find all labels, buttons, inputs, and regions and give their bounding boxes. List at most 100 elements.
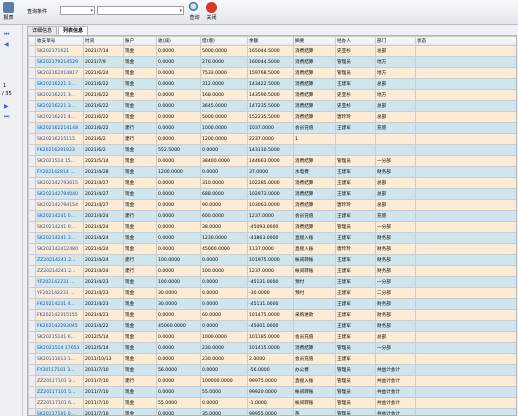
row-header[interactable] (28, 331, 36, 343)
column-header[interactable]: 借(增) (200, 36, 248, 46)
row-header[interactable] (28, 89, 36, 101)
table-row[interactable]: FK202142315155 2021/4/23 现金 0.0000 60.0000 10… (28, 309, 516, 321)
table-row[interactable]: ZZ20117101 3... 2011/7/10 建行 0.0000 100000.0… (28, 375, 516, 387)
query-field-2[interactable]: ▾ (97, 6, 184, 15)
query-field-1[interactable]: ▾ (60, 6, 95, 15)
table-row[interactable]: SK202162214148 2021/6/22 建行 0.0000 1000.0000… (28, 122, 516, 134)
table-row[interactable]: SK20214241 0... 2021/4/24 建行 0.0000 600.0000… (28, 210, 516, 222)
table-row[interactable]: FY202142814 ... 2021/4/28 现金 1200.0000 0.000… (28, 166, 516, 178)
table-row[interactable]: ZZ20117101 5... 2011/7/10 现金 0.0000 55.0000 9… (28, 386, 516, 398)
row-header[interactable] (28, 111, 36, 123)
column-header[interactable]: 收支单号 (35, 36, 84, 46)
row-header[interactable] (28, 144, 36, 156)
row-header[interactable] (28, 210, 36, 222)
first-record-icon[interactable]: ⏮ (4, 31, 9, 39)
tab-detail-info[interactable]: 详细信息 (27, 26, 58, 35)
row-header[interactable] (28, 243, 36, 255)
row-header[interactable] (28, 45, 36, 57)
table-row[interactable]: ZZ20117101 6... 2011/7/10 现金 55.0000 0.0000-… (28, 397, 516, 409)
table-row[interactable]: SK2021514 17653 2012/5/14 现金 0.0000 230.0000… (28, 342, 516, 354)
table-cell: 共益计会计 (375, 397, 416, 409)
table-row[interactable]: SK20214241 0... 2021/4/24 现金 0.0000 38.0000-… (28, 221, 516, 233)
table-cell: 现金 (123, 342, 157, 354)
row-header[interactable] (28, 309, 36, 321)
table-cell: 建行 (123, 254, 157, 266)
row-header[interactable] (28, 342, 36, 354)
table-row[interactable]: SK202142794154 2021/4/27 现金 0.0000 90.0000 10… (28, 199, 516, 211)
table-row[interactable]: SK202171621 2021/7/14 现金 0.0000 5000.0000 165… (28, 45, 516, 57)
table-row[interactable]: FY20117101 3... 2011/7/10 现金 56.0000 0.0000-… (28, 364, 516, 376)
close-button[interactable]: 关闭 (206, 0, 217, 21)
column-header[interactable]: 时间 (83, 36, 124, 46)
table-cell (415, 408, 516, 415)
row-header[interactable] (28, 232, 36, 244)
table-row[interactable]: YF202142231 ... 2021/4/23 现金 30.0000 0.0000-… (28, 287, 516, 299)
last-record-icon[interactable]: ⏭ (4, 113, 9, 121)
row-header[interactable] (28, 298, 36, 310)
row-header[interactable] (28, 155, 36, 167)
row-header[interactable] (28, 133, 36, 145)
next-record-icon[interactable]: ▶ (4, 103, 9, 110)
table-cell: 99975.0000 (247, 375, 294, 387)
table-row[interactable]: SK20214241 3... 2021/4/24 现金 0.0000 1230.000… (28, 232, 516, 244)
column-header[interactable]: 部门 (375, 36, 416, 46)
row-header[interactable] (28, 375, 36, 387)
table-row[interactable]: SK20216221 3... 2021/6/22 现金 0.0000 168.0000… (28, 89, 516, 101)
table-row[interactable]: SK202142793615 2021/4/27 现金 0.0000 310.0000 1… (28, 177, 516, 189)
row-header[interactable] (28, 287, 36, 299)
table-row[interactable]: FK20214231 4... 2021/4/23 现金 30.0000 0.0000-… (28, 298, 516, 310)
table-row[interactable]: SK20216221 4... 2021/6/22 现金 0.0000 5000.000… (28, 111, 516, 123)
table-row[interactable]: ZZ20214241 2... 2021/4/24 建行 100.0000 0.0000… (28, 254, 516, 266)
table-cell: 采购进款 (293, 309, 336, 321)
column-header[interactable]: 状态 (415, 36, 516, 46)
row-header[interactable] (28, 122, 36, 134)
table-row[interactable]: SK202142412480 2021/4/24 现金 0.0000 45000.000… (28, 243, 516, 255)
table-cell: 现金 (123, 320, 157, 332)
row-header[interactable] (28, 56, 36, 68)
column-header[interactable]: 经办人 (335, 36, 376, 46)
column-header[interactable]: 余额 (247, 36, 294, 46)
table-row[interactable]: FK202142293045 2021/4/22 现金 45000.0000 0.000… (28, 320, 516, 332)
table-row[interactable]: SK2021514 15... 2021/5/14 现金 0.0000 38400.00… (28, 155, 516, 167)
row-header[interactable] (28, 386, 36, 398)
row-header[interactable] (28, 397, 36, 409)
column-header[interactable]: 摘要 (293, 36, 336, 46)
row-header[interactable] (28, 364, 36, 376)
table-cell (415, 276, 516, 288)
table-row[interactable]: SK20216215115 2021/6/2 建行 0.0000 1200.0000 22… (28, 133, 516, 145)
row-header[interactable] (28, 320, 36, 332)
table-row[interactable]: SK20111013 1... 2011/10/13 现金 0.0000 230.000… (28, 353, 516, 365)
table-row[interactable]: SK20117101 0... 2011/7/10 现金 0.0000 35.0000 9… (28, 408, 516, 415)
row-header[interactable] (28, 166, 36, 178)
table-row[interactable]: SK202162414817 2021/6/24 现金 0.0000 7533.0000… (28, 67, 516, 79)
table-row[interactable]: SK20215141 6... 2012/5/14 现金 0.0000 1000.000… (28, 331, 516, 343)
table-row[interactable]: ZZ20214241 2... 2021/4/24 建行 0.0000 100.0000… (28, 265, 516, 277)
row-header[interactable] (28, 254, 36, 266)
table-row[interactable]: SK202179214529 2021/7/9 现金 0.0000 276.0000 16… (28, 56, 516, 68)
row-header[interactable] (28, 408, 36, 415)
tab-list-info[interactable]: 列表信息 (58, 26, 89, 35)
table-row[interactable]: FK20216291923 2021/6/2 现金 552.5000 0.0000 143… (28, 144, 516, 156)
report-button[interactable]: 报表 (3, 0, 14, 21)
table-cell: 102973.0000 (247, 188, 294, 200)
current-page[interactable]: 1 (3, 83, 6, 89)
table-row[interactable]: SK20216221 3... 2021/6/22 现金 0.0000 3645.000… (28, 100, 516, 112)
row-header[interactable] (28, 100, 36, 112)
row-header[interactable] (28, 188, 36, 200)
row-header[interactable] (28, 353, 36, 365)
query-button[interactable]: 查询 (189, 0, 200, 21)
row-header[interactable] (28, 221, 36, 233)
row-header[interactable] (28, 78, 36, 90)
prev-record-icon[interactable]: ◀ (4, 41, 9, 48)
table-row[interactable]: SK20216221 3... 2021/6/22 现金 0.0000 312.0000… (28, 78, 516, 90)
row-header[interactable] (28, 276, 36, 288)
column-header[interactable]: 收(减) (156, 36, 201, 46)
table-row[interactable]: YF202142231 ... 2021/4/23 现金 100.0000 0.0000… (28, 276, 516, 288)
row-header[interactable] (28, 265, 36, 277)
row-header[interactable] (28, 67, 36, 79)
row-header[interactable] (28, 177, 36, 189)
table-row[interactable]: SK202142794040 2021/4/27 现金 0.0000 688.0000 1… (28, 188, 516, 200)
column-header[interactable]: 账户 (123, 36, 157, 46)
records-grid: 收支单号 时间 账户 收(减) 借(增) 余额 摘要 经办人 部门 状态 SK202171621 2… (27, 35, 517, 416)
row-header[interactable] (28, 199, 36, 211)
